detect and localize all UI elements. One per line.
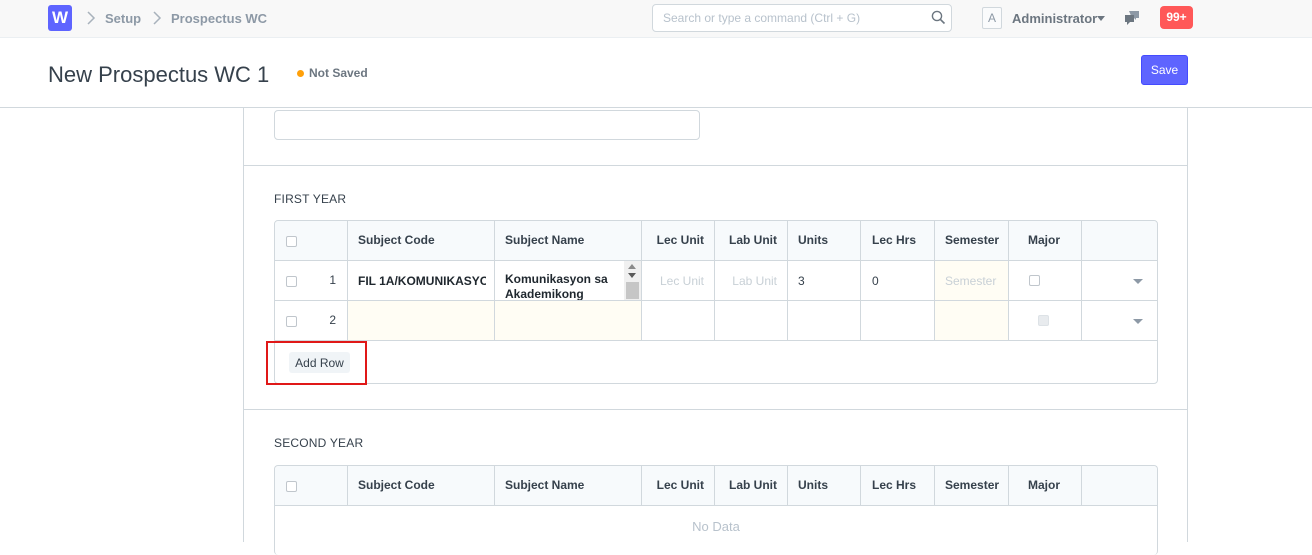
breadcrumb-prospectus-wc[interactable]: Prospectus WC xyxy=(171,11,267,26)
section-divider xyxy=(244,165,1187,166)
row-index: 2 xyxy=(329,313,336,327)
subject-name-cell[interactable]: Komunikasyon sa Akademikong xyxy=(495,261,642,300)
column-header-lec-hrs[interactable]: Lec Hrs xyxy=(872,478,916,492)
column-header-subject-code[interactable]: Subject Code xyxy=(358,233,435,247)
column-header-units[interactable]: Units xyxy=(798,478,828,492)
column-header-major[interactable]: Major xyxy=(1028,478,1060,492)
row-edit-caret-icon[interactable] xyxy=(1133,279,1143,284)
units-cell[interactable] xyxy=(788,301,861,340)
column-header-lab-unit[interactable]: Lab Unit xyxy=(729,478,777,492)
add-row-button[interactable]: Add Row xyxy=(289,352,350,373)
column-header-semester[interactable]: Semester xyxy=(945,233,999,247)
column-header-subject-name[interactable]: Subject Name xyxy=(505,478,584,492)
chevron-right-icon xyxy=(87,11,96,25)
major-checkbox[interactable] xyxy=(1029,275,1040,286)
chat-icon[interactable] xyxy=(1124,10,1140,26)
form-input-field[interactable] xyxy=(274,110,700,140)
semester-cell[interactable]: Semester xyxy=(935,261,1009,300)
column-header-subject-name[interactable]: Subject Name xyxy=(505,233,584,247)
grid-header: Subject Code Subject Name Lec Unit Lab U… xyxy=(275,466,1157,506)
subject-name-cell[interactable] xyxy=(495,301,642,340)
lab-unit-cell[interactable]: Lab Unit xyxy=(715,261,788,300)
no-data-text: No Data xyxy=(692,519,740,534)
page-title: New Prospectus WC 1 xyxy=(48,62,270,87)
section-label-second-year: SECOND YEAR xyxy=(274,436,364,450)
row-edit-caret-icon[interactable] xyxy=(1133,319,1143,324)
first-year-grid: Subject Code Subject Name Lec Unit Lab U… xyxy=(274,220,1158,384)
status-indicator-icon xyxy=(297,70,304,77)
navbar: W Setup Prospectus WC A Administrator 99… xyxy=(0,0,1312,38)
grid-header: Subject Code Subject Name Lec Unit Lab U… xyxy=(275,221,1157,261)
lab-unit-cell[interactable] xyxy=(715,301,788,340)
subject-name-textarea[interactable]: Komunikasyon sa Akademikong xyxy=(495,261,641,300)
notification-badge[interactable]: 99+ xyxy=(1160,6,1193,29)
chevron-right-icon xyxy=(153,11,162,25)
column-header-lec-hrs[interactable]: Lec Hrs xyxy=(872,233,916,247)
search-input[interactable] xyxy=(652,4,952,32)
column-header-subject-code[interactable]: Subject Code xyxy=(358,478,435,492)
save-button[interactable]: Save xyxy=(1141,55,1188,85)
column-header-major[interactable]: Major xyxy=(1028,233,1060,247)
lec-hrs-value: 0 xyxy=(872,274,879,288)
major-checkbox[interactable] xyxy=(1038,315,1049,326)
page-head: New Prospectus WC 1 Not Saved Save xyxy=(0,38,1312,108)
table-row[interactable]: 2 xyxy=(275,301,1157,341)
section-label-first-year: FIRST YEAR xyxy=(274,192,347,206)
status-badge: Not Saved xyxy=(309,66,368,80)
scroll-up-icon[interactable] xyxy=(628,264,636,269)
empty-state: No Data xyxy=(275,506,1157,546)
section-divider xyxy=(244,409,1187,410)
units-cell[interactable]: 3 xyxy=(788,261,861,300)
row-checkbox[interactable] xyxy=(286,276,297,287)
breadcrumb-setup[interactable]: Setup xyxy=(105,11,141,26)
textarea-scrollbar[interactable] xyxy=(624,261,641,300)
major-cell[interactable] xyxy=(1009,301,1082,340)
semester-placeholder: Semester xyxy=(945,274,997,288)
subject-code-cell[interactable]: FIL 1A/KOMUNIKASYON xyxy=(348,261,495,300)
units-value: 3 xyxy=(798,274,805,288)
subject-code-value: FIL 1A/KOMUNIKASYON xyxy=(358,274,486,288)
lec-unit-cell[interactable]: Lec Unit xyxy=(642,261,715,300)
subject-code-cell[interactable] xyxy=(348,301,495,340)
lec-hrs-cell[interactable] xyxy=(861,301,935,340)
column-header-lec-unit[interactable]: Lec Unit xyxy=(657,233,704,247)
resize-handle-icon[interactable] xyxy=(626,282,639,299)
lec-unit-placeholder: Lec Unit xyxy=(659,274,704,288)
subject-name-value: Komunikasyon sa Akademikong xyxy=(505,272,608,300)
caret-down-icon[interactable] xyxy=(1097,16,1105,21)
search-icon[interactable] xyxy=(931,10,946,25)
user-menu[interactable]: Administrator xyxy=(1012,11,1097,26)
select-all-checkbox[interactable] xyxy=(286,236,297,247)
lec-hrs-cell[interactable]: 0 xyxy=(861,261,935,300)
avatar[interactable]: A xyxy=(982,7,1002,29)
column-header-lab-unit[interactable]: Lab Unit xyxy=(729,233,777,247)
lab-unit-placeholder: Lab Unit xyxy=(732,274,777,288)
row-checkbox[interactable] xyxy=(286,316,297,327)
lec-unit-cell[interactable] xyxy=(642,301,715,340)
table-row[interactable]: 1 FIL 1A/KOMUNIKASYON Komunikasyon sa Ak… xyxy=(275,261,1157,301)
column-header-semester[interactable]: Semester xyxy=(945,478,999,492)
major-cell[interactable] xyxy=(1009,261,1082,300)
row-index: 1 xyxy=(329,273,336,287)
select-all-checkbox[interactable] xyxy=(286,481,297,492)
grid-footer: Add Row xyxy=(275,341,1157,383)
column-header-units[interactable]: Units xyxy=(798,233,828,247)
scroll-down-icon[interactable] xyxy=(628,273,636,278)
form-layout: FIRST YEAR Subject Code Subject Name Lec… xyxy=(243,108,1188,555)
app-logo[interactable]: W xyxy=(48,5,72,31)
column-header-lec-unit[interactable]: Lec Unit xyxy=(657,478,704,492)
semester-cell[interactable] xyxy=(935,301,1009,340)
